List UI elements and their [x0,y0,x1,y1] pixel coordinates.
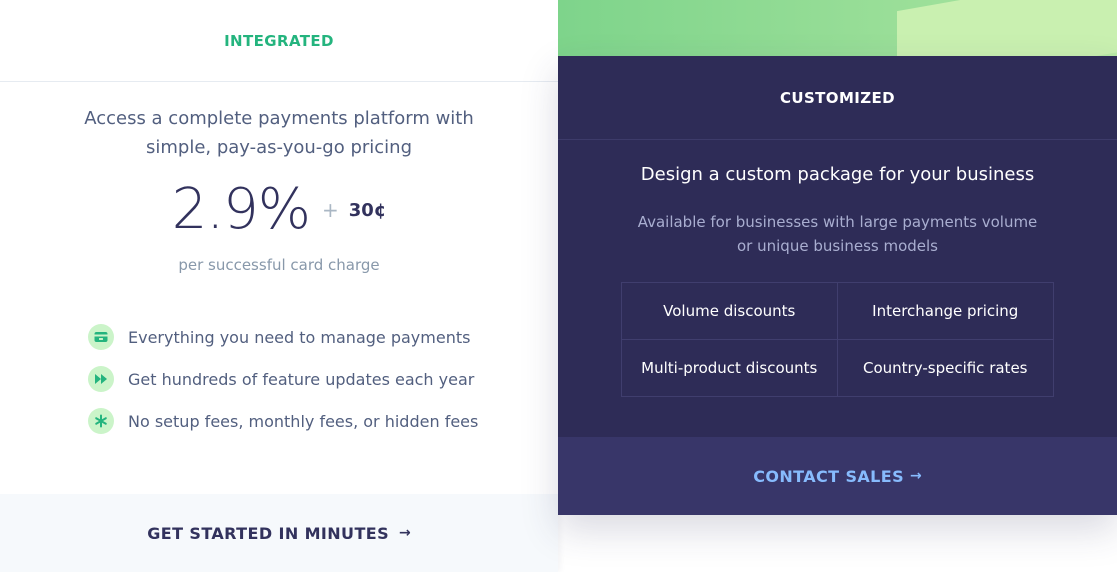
customized-pricing-card: CUSTOMIZED Design a custom package for y… [558,56,1117,515]
feature-item: No setup fees, monthly fees, or hidden f… [88,407,478,435]
feature-text: Get hundreds of feature updates each yea… [128,369,475,389]
price-percent: 2.9% [171,177,311,242]
fast-forward-icon [88,366,114,392]
price-plus: + [321,198,339,222]
customized-title: Design a custom package for your busines… [640,164,1035,185]
option-interchange-pricing: Interchange pricing [837,283,1053,340]
integrated-description-line-2: simple, pay-as-you-go pricing [145,137,413,158]
price-note: per successful card charge [178,256,380,274]
price-display: 2.9% + 30¢ [0,178,558,242]
customized-subtitle: Available for businesses with large paym… [558,210,1117,258]
integrated-heading: INTEGRATED [224,31,334,50]
contact-sales-label: CONTACT SALES [753,466,905,486]
feature-text: No setup fees, monthly fees, or hidden f… [128,411,479,431]
integrated-pricing-card: INTEGRATED Access a complete payments pl… [0,0,558,572]
payments-card-icon [88,324,114,350]
asterisk-icon [88,408,114,434]
decorative-gradient-band [558,0,1117,56]
arrow-right-icon: → [910,468,922,484]
contact-sales-button[interactable]: CONTACT SALES → [558,437,1117,515]
decorative-shape [897,0,1117,56]
option-multi-product-discounts: Multi-product discounts [622,339,838,396]
customized-subtitle-line-1: Available for businesses with large paym… [637,213,1038,231]
integrated-description-line-1: Access a complete payments platform with [84,108,474,129]
custom-options-grid: Volume discounts Interchange pricing Mul… [621,282,1054,397]
price-cents: 30¢ [348,200,387,221]
feature-item: Get hundreds of feature updates each yea… [88,365,478,393]
arrow-right-icon: → [399,525,411,541]
option-country-specific-rates: Country-specific rates [863,358,1028,377]
feature-text: Everything you need to manage payments [128,327,471,347]
customized-subtitle-line-2: or unique business models [737,237,938,255]
get-started-button[interactable]: GET STARTED IN MINUTES → [0,494,558,572]
feature-item: Everything you need to manage payments [88,323,478,351]
integrated-header: INTEGRATED [0,0,558,82]
customized-header: CUSTOMIZED [558,56,1117,140]
option-volume-discounts: Volume discounts [622,283,838,340]
get-started-label: GET STARTED IN MINUTES [147,523,390,543]
integrated-description: Access a complete payments platform with… [0,104,558,162]
customized-heading: CUSTOMIZED [779,88,896,107]
feature-list: Everything you need to manage payments G… [88,323,478,449]
